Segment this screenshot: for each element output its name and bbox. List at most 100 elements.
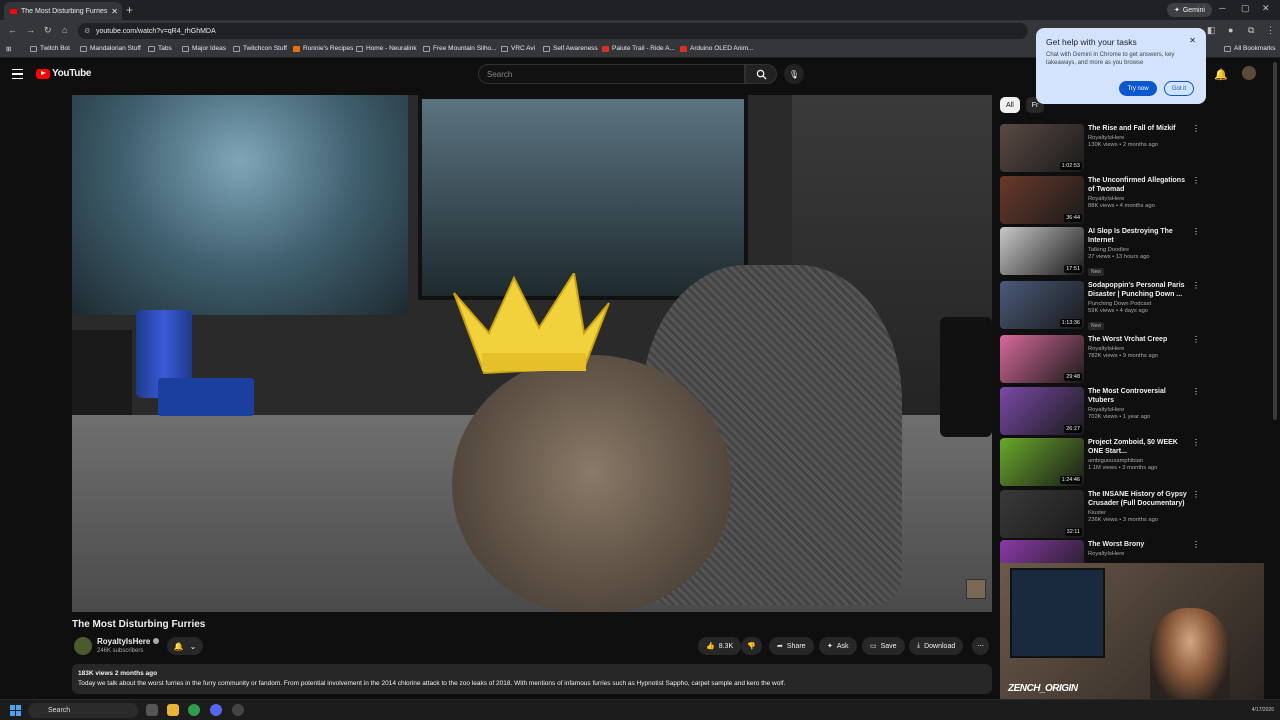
recommendation-title[interactable]: The Most Controversial Vtubers <box>1088 387 1192 405</box>
bookmark-item[interactable]: Self Awareness <box>543 45 598 52</box>
video-thumbnail[interactable]: 32:11 <box>1000 490 1084 538</box>
recommendation-item[interactable]: 26:27 The Most Controversial Vtubers Royal… <box>1000 387 1200 435</box>
taskbar-search[interactable]: Search <box>28 703 138 718</box>
maximize-icon[interactable]: ▢ <box>1241 3 1250 14</box>
profile-icon[interactable]: ● <box>1228 25 1233 35</box>
recommendation-item[interactable]: 1:24:46 Project Zomboid, $0 WEEK ONE Star… <box>1000 438 1200 486</box>
menu-icon[interactable]: ⋮ <box>1266 25 1275 36</box>
new-tab-icon[interactable]: + <box>126 3 133 17</box>
bookmark-item[interactable]: Twitch Bot <box>30 45 70 52</box>
bookmark-item[interactable]: Mandalorian Stuff <box>80 45 141 52</box>
all-bookmarks[interactable]: All Bookmarks <box>1224 45 1276 52</box>
video-thumbnail[interactable]: 1:24:46 <box>1000 438 1084 486</box>
search-input[interactable]: Search <box>478 64 745 84</box>
more-options-icon[interactable]: ⋮ <box>1192 540 1200 549</box>
gemini-button[interactable]: ✦ Gemini <box>1166 3 1212 17</box>
bookmark-item[interactable]: Major Ideas <box>182 45 226 52</box>
recommendation-title[interactable]: Project Zomboid, $0 WEEK ONE Start... <box>1088 438 1192 456</box>
recommendation-item[interactable]: 1:02:53 The Rise and Fall of Mizkif Royalt… <box>1000 124 1200 172</box>
reload-icon[interactable]: ↻ <box>44 25 52 36</box>
site-info-icon[interactable]: ⚙ <box>84 27 90 35</box>
browser-tab[interactable]: The Most Disturbing Furries - Yo ✕ <box>4 2 122 20</box>
recommendation-item[interactable]: 36:44 The Unconfirmed Allegations of Twom… <box>1000 176 1200 224</box>
recommendation-channel[interactable]: Kiuster <box>1088 510 1192 516</box>
bookmark-item[interactable]: VRC Avi <box>501 45 535 52</box>
extensions-icon[interactable]: ⧉ <box>1248 25 1254 36</box>
windows-start-icon[interactable] <box>10 705 21 716</box>
page-scrollbar[interactable] <box>1273 62 1277 420</box>
video-thumbnail[interactable]: 29:48 <box>1000 335 1084 383</box>
channel-avatar[interactable] <box>74 637 92 655</box>
more-options-icon[interactable]: ⋮ <box>1192 335 1200 344</box>
more-options-icon[interactable]: ⋮ <box>1192 227 1200 236</box>
recommendation-channel[interactable]: ambiguousamphibian <box>1088 458 1192 464</box>
more-options-icon[interactable]: ⋮ <box>1192 387 1200 396</box>
recommendation-title[interactable]: The Worst Brony <box>1088 540 1192 549</box>
recommendation-item[interactable]: 17:51 AI Slop Is Destroying The Internet T… <box>1000 227 1200 276</box>
save-button[interactable]: ▭ Save <box>862 637 905 655</box>
more-options-icon[interactable]: ⋮ <box>1192 281 1200 290</box>
bookmark-item[interactable]: Ronnie's Recipes <box>293 45 353 52</box>
share-button[interactable]: ➦ Share <box>769 637 814 655</box>
more-options-icon[interactable]: ⋮ <box>1192 490 1200 499</box>
notifications-button[interactable]: 🔔 ⌄ <box>167 637 203 655</box>
got-it-button[interactable]: Got it <box>1164 81 1194 96</box>
close-tab-icon[interactable]: ✕ <box>111 7 122 16</box>
recommendation-channel[interactable]: Talking Doodles <box>1088 247 1192 253</box>
task-view-icon[interactable] <box>146 704 158 716</box>
bookmark-item[interactable]: Tabs <box>148 45 172 52</box>
video-thumbnail[interactable]: 36:44 <box>1000 176 1084 224</box>
bookmark-item[interactable]: Twitchcon Stuff <box>233 45 287 52</box>
search-button[interactable] <box>745 64 777 84</box>
recommendation-item[interactable]: 29:48 The Worst Vrchat Creep RoyaltyIsHere… <box>1000 335 1200 383</box>
video-player[interactable] <box>72 95 992 612</box>
recommendation-item[interactable]: 32:11 The INSANE History of Gypsy Crusade… <box>1000 490 1200 538</box>
dislike-button[interactable]: 👎 <box>741 637 762 655</box>
discord-icon[interactable] <box>210 704 222 716</box>
recommendation-channel[interactable]: RoyaltyIsHere <box>1088 346 1192 352</box>
video-thumbnail[interactable]: 26:27 <box>1000 387 1084 435</box>
home-icon[interactable]: ⌂ <box>62 25 67 35</box>
notifications-bell-icon[interactable]: 🔔 <box>1214 68 1228 81</box>
bookmark-item[interactable]: Paiute Trail - Ride A... <box>602 45 675 52</box>
more-options-icon[interactable]: ⋮ <box>1192 124 1200 133</box>
apps-icon[interactable]: ⊞ <box>6 45 11 53</box>
video-thumbnail[interactable]: 17:51 <box>1000 227 1084 275</box>
bookmark-item[interactable]: Arduino OLED Anim... <box>680 45 754 52</box>
youtube-logo[interactable]: YouTube <box>36 68 92 79</box>
recommendation-title[interactable]: AI Slop Is Destroying The Internet <box>1088 227 1192 245</box>
video-thumbnail[interactable]: 1:13:36 <box>1000 281 1084 329</box>
voice-search-button[interactable]: 🎙 <box>784 64 804 84</box>
description-box[interactable]: 183K views 2 months ago Today we talk ab… <box>72 664 992 694</box>
recommendation-channel[interactable]: RoyaltyIsHere <box>1088 407 1192 413</box>
recommendation-channel[interactable]: Punching Down Podcast <box>1088 301 1192 307</box>
file-explorer-icon[interactable] <box>167 704 179 716</box>
more-options-icon[interactable]: ⋮ <box>1192 176 1200 185</box>
recommendation-channel[interactable]: RoyaltyIsHere <box>1088 196 1192 202</box>
bookmark-item[interactable]: Free Mountain Silho... <box>423 45 497 52</box>
hamburger-menu-icon[interactable] <box>12 69 23 79</box>
more-actions-button[interactable]: ⋯ <box>972 637 989 655</box>
close-icon[interactable]: ✕ <box>1189 36 1196 45</box>
account-avatar[interactable] <box>1242 66 1256 80</box>
more-options-icon[interactable]: ⋮ <box>1192 438 1200 447</box>
try-now-button[interactable]: Try now <box>1119 81 1157 96</box>
recommendation-channel[interactable]: RoyaltyIsHere <box>1088 135 1192 141</box>
address-bar[interactable]: ⚙ youtube.com/watch?v=qR4_rhGhMDA <box>78 23 1028 39</box>
channel-watermark[interactable] <box>966 579 986 599</box>
recommendation-title[interactable]: The Unconfirmed Allegations of Twomad <box>1088 176 1192 194</box>
ask-button[interactable]: ✦ Ask <box>819 637 857 655</box>
recommendation-title[interactable]: The Worst Vrchat Creep <box>1088 335 1192 344</box>
channel-name-link[interactable]: RoyaltyIsHere <box>97 637 160 646</box>
recommendation-title[interactable]: The INSANE History of Gypsy Crusader (Fu… <box>1088 490 1192 508</box>
download-button[interactable]: ⤓ Download <box>909 637 964 655</box>
chip-all[interactable]: All <box>1000 97 1020 113</box>
extension-icon[interactable]: ◧ <box>1207 25 1216 36</box>
recommendation-item[interactable]: 1:13:36 Sodapoppin's Personal Paris Disas… <box>1000 281 1200 330</box>
minimize-icon[interactable]: ─ <box>1219 3 1225 13</box>
bookmark-item[interactable]: Home - Neuralink <box>356 45 417 52</box>
forward-icon[interactable]: → <box>26 25 35 35</box>
close-window-icon[interactable]: ✕ <box>1262 3 1270 14</box>
back-icon[interactable]: ← <box>8 25 17 35</box>
recommendation-title[interactable]: The Rise and Fall of Mizkif <box>1088 124 1192 133</box>
